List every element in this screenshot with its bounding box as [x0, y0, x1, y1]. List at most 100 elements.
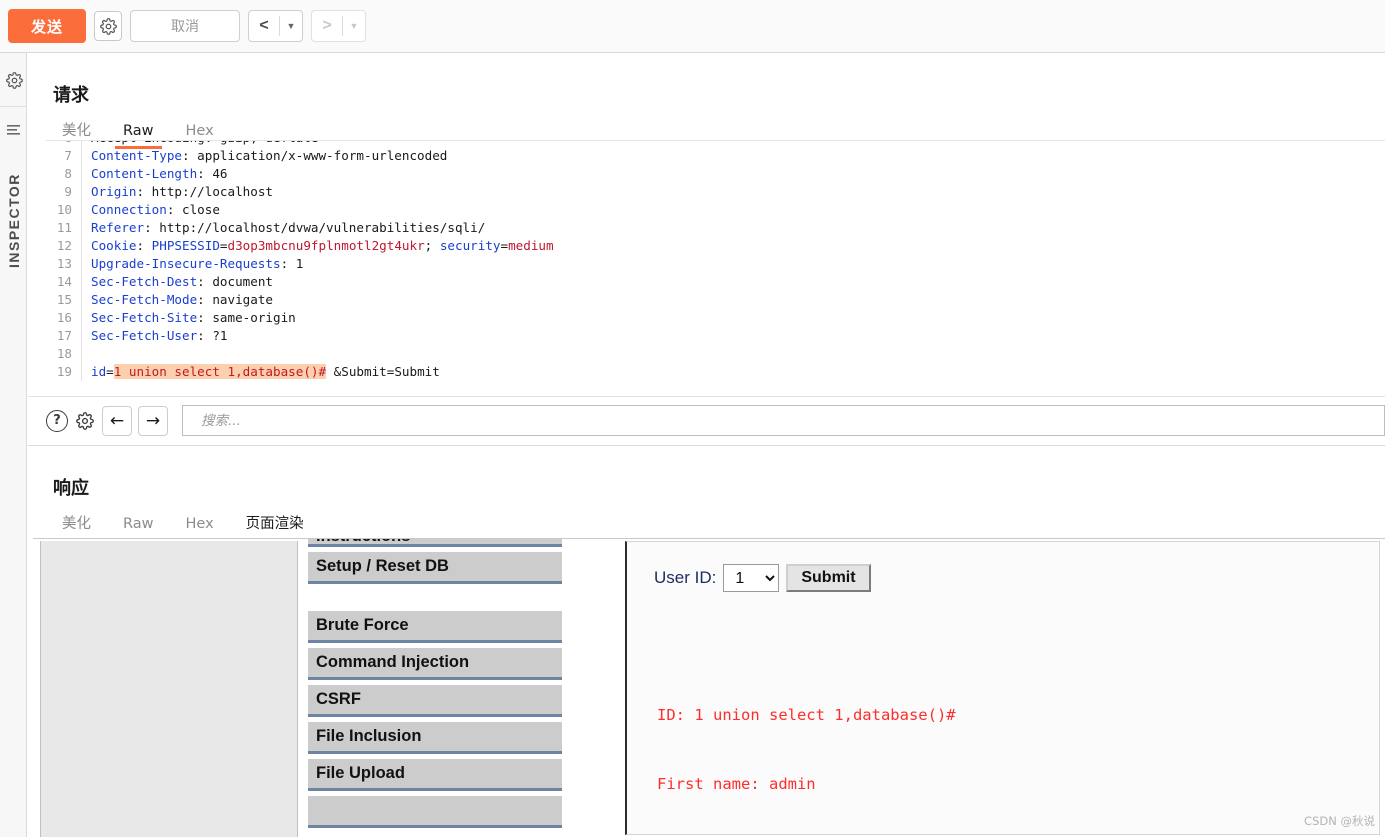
nav-item-setup-reset-db[interactable]: Setup / Reset DB [308, 552, 562, 584]
result-block: ID: 1 union select 1,database()# First n… [657, 658, 1379, 837]
list-lines-icon [7, 125, 20, 135]
cookie-name-2: security [439, 238, 501, 253]
help-icon[interactable]: ? [46, 409, 68, 432]
search-settings-button[interactable] [74, 410, 96, 432]
line-number: 6 [46, 141, 82, 147]
rail-settings-button[interactable] [4, 70, 24, 90]
search-next-button[interactable]: → [138, 405, 168, 436]
header-name: Sec-Fetch-Site [91, 310, 198, 325]
tab-response-render[interactable]: 页面渲染 [230, 509, 320, 542]
search-input[interactable] [182, 405, 1385, 436]
header-name: Sec-Fetch-Mode [91, 292, 198, 307]
code-line: 11 Referer: http://localhost/dvwa/vulner… [46, 219, 1385, 237]
line-content [82, 345, 91, 363]
chevron-left-icon[interactable]: < [249, 11, 279, 41]
header-colon: : [144, 220, 152, 235]
header-colon: : [197, 328, 205, 343]
code-line: 16 Sec-Fetch-Site: same-origin [46, 309, 1385, 327]
line-content: Sec-Fetch-Mode: navigate [82, 291, 273, 309]
settings-button[interactable] [94, 11, 122, 41]
nav-item-file-upload[interactable]: File Upload [308, 759, 562, 791]
code-line: 7 Content-Type: application/x-www-form-u… [46, 147, 1385, 165]
line-number: 11 [46, 219, 82, 237]
header-name: Connection [91, 202, 167, 217]
response-panel: 响应 美化 Raw Hex 页面渲染 Instructions Setup / … [28, 445, 1385, 837]
cookie-eq-2: = [500, 238, 509, 253]
header-value: document [204, 274, 273, 289]
user-id-select[interactable]: 1 [723, 564, 780, 592]
header-colon: : [197, 166, 205, 181]
line-number: 14 [46, 273, 82, 291]
watermark: CSDN @秋说 [1304, 814, 1375, 828]
line-number: 19 [46, 363, 82, 381]
tab-response-pretty[interactable]: 美化 [46, 509, 107, 539]
cookie-name: PHPSESSID [144, 238, 220, 253]
line-content: Sec-Fetch-Dest: document [82, 273, 273, 291]
nav-group-gap [308, 589, 564, 611]
search-prev-button[interactable]: ← [102, 405, 132, 436]
nav-item-command-injection[interactable]: Command Injection [308, 648, 562, 680]
rendered-page-viewport: Instructions Setup / Reset DB Brute Forc… [33, 538, 1385, 837]
forward-split-button[interactable]: > ▼ [311, 10, 366, 42]
nav-item-instructions[interactable]: Instructions [308, 539, 562, 547]
line-number: 17 [46, 327, 82, 345]
cancel-button[interactable]: 取消 [130, 10, 240, 42]
nav-item-csrf[interactable]: CSRF [308, 685, 562, 717]
code-line: 17 Sec-Fetch-User: ?1 [46, 327, 1385, 345]
header-name: Content-Type [91, 148, 182, 163]
line-content: Sec-Fetch-Site: same-origin [82, 309, 296, 327]
tab-response-hex[interactable]: Hex [170, 509, 230, 539]
nav-item-next-clipped[interactable] [308, 796, 562, 828]
header-colon: : [197, 292, 205, 307]
body-param-eq: = [106, 364, 114, 379]
header-value: close [174, 202, 220, 217]
nav-item-brute-force[interactable]: Brute Force [308, 611, 562, 643]
request-title: 请求 [53, 85, 89, 106]
back-split-button[interactable]: < ▼ [248, 10, 303, 42]
line-content: Connection: close [82, 201, 220, 219]
code-line: 18 [46, 345, 1385, 363]
line-number: 12 [46, 237, 82, 255]
back-dropdown-caret-icon[interactable]: ▼ [280, 11, 302, 41]
forward-dropdown-caret-icon[interactable]: ▼ [343, 11, 365, 41]
inspector-rail: INSPECTOR [0, 53, 27, 837]
header-colon: : [182, 148, 190, 163]
header-name: Sec-Fetch-Dest [91, 274, 198, 289]
line-number: 7 [46, 147, 82, 165]
chevron-right-icon[interactable]: > [312, 11, 342, 41]
cookie-separator: ; [424, 238, 440, 253]
line-number: 8 [46, 165, 82, 183]
header-value: 46 [204, 166, 228, 181]
header-name: Upgrade-Insecure-Requests [91, 256, 281, 271]
request-code-listing: 6 Accept-Encoding: gzip, deflate 7 Conte… [46, 141, 1385, 381]
send-button[interactable]: 发送 [8, 9, 86, 43]
user-id-label: User ID: [654, 568, 717, 587]
cookie-value-2: medium [508, 238, 554, 253]
header-name: Origin [91, 184, 137, 199]
gear-icon [5, 71, 23, 89]
code-line: 8 Content-Length: 46 [46, 165, 1385, 183]
header-value: ?1 [204, 328, 228, 343]
inspector-window: 发送 取消 < ▼ > ▼ INSPECTOR 请求 美化 Raw Hex 7 … [0, 0, 1385, 837]
result-id-line: ID: 1 union select 1,database()# [657, 706, 956, 724]
line-number: 18 [46, 345, 82, 363]
line-content: Accept-Encoding: gzip, deflate [82, 141, 318, 147]
code-line: 15 Sec-Fetch-Mode: navigate [46, 291, 1385, 309]
submit-button[interactable]: Submit [786, 564, 871, 592]
header-value: navigate [204, 292, 273, 307]
tab-response-raw[interactable]: Raw [107, 509, 170, 539]
header-colon: : [136, 184, 145, 199]
header-colon: : [136, 238, 145, 253]
header-colon: : [197, 310, 205, 325]
top-toolbar: 发送 取消 < ▼ > ▼ [0, 0, 1385, 53]
nav-item-file-inclusion[interactable]: File Inclusion [308, 722, 562, 754]
rail-list-button[interactable] [5, 121, 23, 139]
line-number: 13 [46, 255, 82, 273]
code-line: 9 Origin: http://localhost [46, 183, 1385, 201]
header-colon: : [197, 274, 205, 289]
header-value: 1 [288, 256, 304, 271]
request-raw-viewer[interactable]: 6 Accept-Encoding: gzip, deflate 7 Conte… [46, 140, 1385, 395]
response-tabs: 美化 Raw Hex 页面渲染 [46, 509, 320, 542]
body-param-name: id [91, 364, 107, 379]
rail-divider [0, 106, 27, 107]
